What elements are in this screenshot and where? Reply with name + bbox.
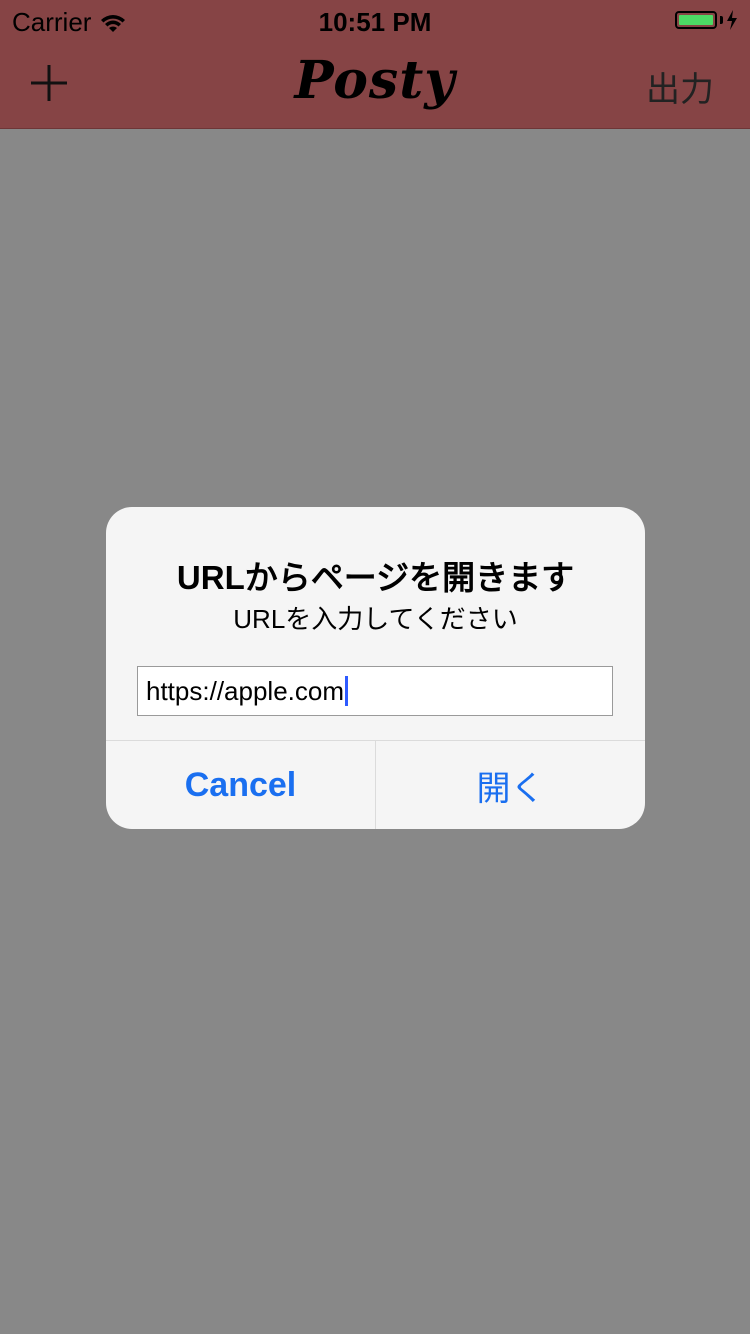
battery-nub [720, 16, 723, 24]
export-button[interactable]: 出力 [646, 62, 714, 111]
battery-icon [675, 10, 738, 30]
status-bar: Carrier 10:51 PM [0, 0, 750, 40]
alert-message: URLを入力してください [233, 604, 518, 634]
charging-bolt-icon [727, 10, 737, 30]
url-input-value: https://apple.com [146, 675, 344, 706]
cancel-button[interactable]: Cancel [106, 741, 375, 829]
open-button[interactable]: 開く [376, 741, 645, 829]
url-alert-dialog: URLからページを開きます URLを入力してください https://apple… [106, 507, 645, 829]
battery-fill [679, 15, 713, 25]
navigation-bar: Posty 出力 [0, 40, 750, 129]
url-input[interactable]: https://apple.com [137, 666, 613, 716]
text-cursor [345, 676, 348, 706]
battery-body [675, 11, 717, 29]
clock: 10:51 PM [318, 7, 432, 37]
app-title: Posty [294, 50, 456, 111]
alert-title: URLからページを開きます [176, 559, 575, 596]
